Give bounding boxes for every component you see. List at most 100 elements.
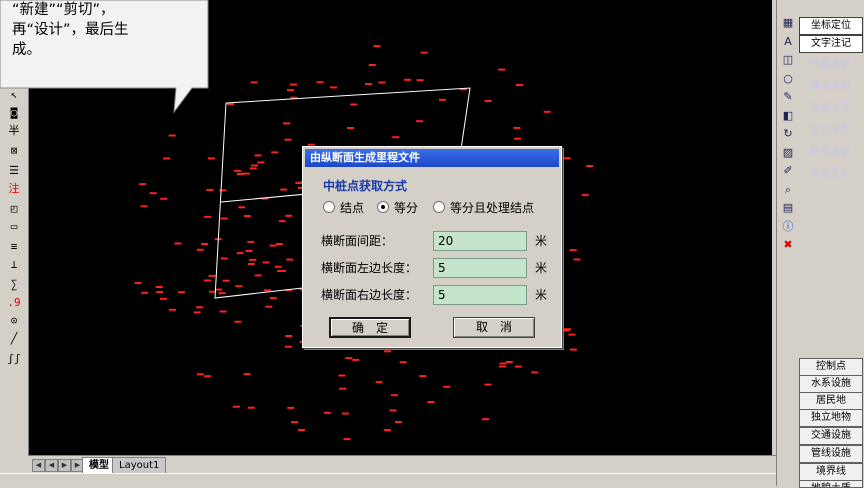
tree-icon[interactable]: 半 [3, 122, 25, 140]
survey-point-marker [285, 214, 293, 217]
table-icon[interactable]: ▤ [779, 199, 797, 217]
survey-point-marker [427, 401, 435, 403]
layers-icon[interactable]: ◫ [779, 51, 797, 69]
paint-icon[interactable]: ▨ [779, 144, 797, 162]
measure-icon[interactable]: ∑ [3, 276, 25, 294]
layer-category-button[interactable]: 管线设施 [799, 445, 863, 463]
radio-node-label: 结点 [340, 201, 365, 215]
tab-model[interactable]: 模型 [82, 457, 116, 474]
layer-category-button[interactable]: 居民地 [799, 392, 863, 410]
left-length-input[interactable]: 5 [433, 258, 527, 278]
right-panel: ▦ A ◫ ○ ✎ ◧ ↻ ▨ ✐ ⌕ ▤ ⓘ ✖ 坐标定位 文字注记分类注记通用注记变换字体定义字型特殊… [776, 0, 864, 488]
first-tab-icon[interactable]: ◀ [32, 459, 45, 472]
radio-equal[interactable]: 等分 [377, 200, 418, 216]
right-menu-item[interactable]: 文字注记 [799, 35, 863, 53]
survey-point-marker [141, 291, 149, 294]
prev-tab-icon[interactable]: ◀ [45, 459, 58, 472]
layer-category-button[interactable]: 水系设施 [799, 375, 863, 393]
survey-point-marker [204, 279, 212, 282]
rotate-icon[interactable]: ↻ [779, 125, 797, 143]
layer-category-button[interactable]: 控制点 [799, 358, 863, 376]
circle-icon[interactable]: ○ [779, 70, 797, 88]
survey-point-marker [163, 157, 171, 160]
right-menu-item[interactable]: 特殊注记 [799, 145, 861, 161]
right-menu-item[interactable]: 坐标定位 [799, 17, 863, 35]
right-menu-item[interactable]: 常用文字 [799, 167, 861, 183]
survey-point-marker [375, 381, 383, 384]
right-menu-item[interactable]: 通用注记 [799, 79, 861, 95]
radio-node[interactable]: 结点 [323, 200, 364, 216]
radio-equal-node-indicator[interactable] [433, 201, 445, 213]
layer-category-button[interactable]: 交通设施 [799, 427, 863, 445]
layer-category-button[interactable]: 境界线 [799, 463, 863, 481]
right-length-input[interactable]: 5 [433, 285, 527, 305]
survey-point-marker [204, 215, 212, 218]
comb-icon[interactable]: ⊥ [3, 256, 25, 274]
tab-layout1[interactable]: Layout1 [112, 457, 167, 474]
survey-point-marker [290, 83, 297, 86]
wave-icon[interactable]: ʃʃ [3, 350, 25, 368]
survey-point-marker [220, 257, 228, 260]
ok-button[interactable]: 确 定 [329, 317, 411, 338]
search-icon[interactable]: ⌕ [779, 181, 797, 199]
status-strip [0, 473, 776, 487]
survey-point-marker [274, 265, 282, 268]
survey-point-marker [234, 169, 241, 172]
cube-icon[interactable]: ◧ [779, 107, 797, 125]
survey-point-marker [563, 328, 571, 331]
survey-point-marker [339, 387, 347, 390]
survey-point-marker [287, 406, 295, 409]
layer-category-button[interactable]: 独立地物 [799, 409, 863, 427]
pen-icon[interactable]: ✐ [779, 162, 797, 180]
group-label: 中桩点获取方式 [323, 179, 408, 193]
text-a-icon[interactable]: A [779, 33, 797, 51]
survey-point-marker [236, 173, 244, 175]
survey-point-marker [298, 429, 305, 431]
survey-point-marker [404, 78, 412, 81]
query-icon[interactable]: ⊠ [3, 142, 25, 160]
survey-point-marker [568, 333, 576, 336]
grid-icon[interactable]: ▦ [779, 14, 797, 32]
circle-point-icon[interactable]: ⊙ [3, 312, 25, 330]
survey-point-marker [155, 286, 163, 288]
right-menu-item[interactable]: 分类注记 [799, 57, 861, 73]
right-length-unit: 米 [535, 288, 548, 302]
survey-point-marker [513, 126, 521, 129]
pencil-icon[interactable]: ✎ [779, 88, 797, 106]
survey-point-marker [416, 79, 424, 82]
survey-point-marker [222, 279, 230, 282]
survey-point-marker [215, 288, 223, 291]
bars-icon[interactable]: ≡ [3, 238, 25, 256]
rectangle-icon[interactable]: ▭ [3, 218, 25, 236]
dialog-title[interactable]: 由纵断面生成里程文件 [305, 149, 559, 167]
radio-equal-node[interactable]: 等分且处理结点 [433, 200, 534, 216]
survey-point-marker [338, 374, 346, 377]
survey-point-marker [220, 217, 228, 220]
survey-point-marker [265, 305, 273, 308]
delete-icon[interactable]: ✖ [779, 236, 797, 254]
survey-point-marker [316, 81, 324, 84]
line-icon[interactable]: ╱ [3, 330, 25, 348]
survey-point-marker [168, 134, 176, 137]
radio-equal-indicator[interactable] [377, 201, 389, 213]
annotate-icon[interactable]: 注 [3, 180, 25, 198]
survey-point-marker [280, 188, 288, 191]
survey-point-marker [245, 250, 253, 252]
survey-point-marker [569, 249, 577, 252]
layer-icon[interactable]: ☰ [3, 162, 25, 180]
survey-point-marker [438, 98, 446, 101]
survey-point-marker [219, 189, 227, 192]
right-menu-item[interactable]: 变换字体 [799, 101, 861, 117]
cancel-button[interactable]: 取 消 [453, 317, 535, 338]
next-tab-icon[interactable]: ▶ [58, 459, 71, 472]
spacing-input[interactable]: 20 [433, 231, 527, 251]
survey-point-marker [392, 136, 400, 139]
layer-category-button[interactable]: 地貌土质 [799, 480, 863, 488]
right-menu-item[interactable]: 定义字型 [799, 123, 861, 139]
info-icon[interactable]: ⓘ [779, 218, 797, 236]
survey-point-marker [499, 365, 507, 368]
point-9-icon[interactable]: .9 [3, 294, 25, 312]
rect-corner-icon[interactable]: ◰ [3, 200, 25, 218]
radio-node-indicator[interactable] [323, 201, 335, 213]
survey-point-marker [269, 297, 277, 300]
